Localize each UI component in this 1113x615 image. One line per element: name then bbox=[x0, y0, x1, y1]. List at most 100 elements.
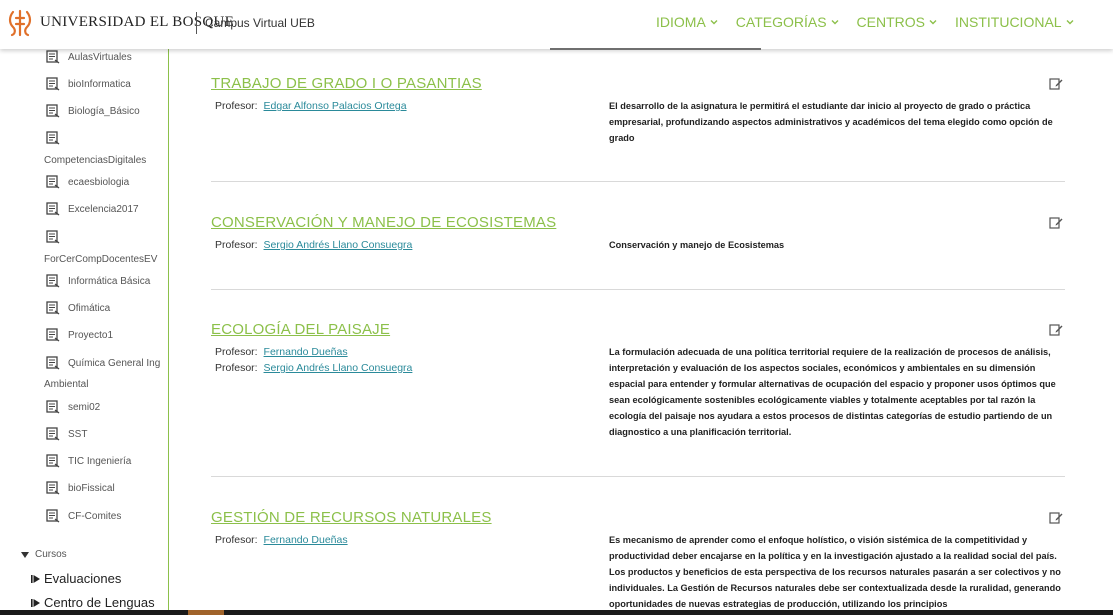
nav-institucional[interactable]: INSTITUCIONAL bbox=[955, 12, 1075, 32]
course-card: CONSERVACIÓN Y MANEJO DE ECOSISTEMAS Pro… bbox=[211, 214, 1065, 274]
nav-categorias-label: CATEGORÍAS bbox=[735, 14, 827, 30]
sidebar-navigation: AulasVirtuales bioInformatica Biología_B… bbox=[0, 49, 169, 615]
course-icon bbox=[46, 77, 60, 91]
course-divider bbox=[211, 289, 1065, 290]
course-icon bbox=[46, 274, 60, 288]
chevron-down-icon bbox=[830, 17, 840, 27]
course-title-link[interactable]: CONSERVACIÓN Y MANEJO DE ECOSISTEMAS bbox=[211, 214, 556, 231]
course-divider bbox=[211, 181, 1065, 182]
sidebar-item-label-wrap[interactable]: CompetenciasDigitales bbox=[44, 155, 146, 166]
sidebar-node-centro-de-lenguas[interactable]: Centro de Lenguas bbox=[31, 595, 155, 610]
brand-separator bbox=[196, 12, 197, 34]
teacher-link[interactable]: Edgar Alfonso Palacios Ortega bbox=[264, 100, 407, 112]
sidebar-item-label: SST bbox=[68, 428, 88, 440]
course-title-link[interactable]: TRABAJO DE GRADO I O PASANTIAS bbox=[211, 75, 482, 92]
sidebar-item-label: bioFissical bbox=[68, 482, 115, 494]
sidebar-item-bioinformatica[interactable]: bioInformatica bbox=[46, 77, 131, 91]
sidebar-item-tic-ingenieria[interactable]: TIC Ingeniería bbox=[46, 454, 131, 468]
sidebar-item-excelencia2017[interactable]: Excelencia2017 bbox=[46, 202, 139, 216]
course-icon bbox=[46, 400, 60, 414]
sidebar-item-quimica-general[interactable]: Química General Ing bbox=[46, 356, 160, 370]
sidebar-item-biofissical[interactable]: bioFissical bbox=[46, 481, 115, 495]
brand-subtitle[interactable]: Campus Virtual UEB bbox=[205, 16, 315, 30]
nav-centros[interactable]: CENTROS bbox=[857, 12, 938, 32]
course-icon bbox=[46, 50, 60, 64]
sidebar-node-evaluaciones[interactable]: Evaluaciones bbox=[31, 571, 121, 586]
edit-icon[interactable] bbox=[1049, 216, 1063, 230]
teacher-label: Profesor: bbox=[215, 100, 258, 112]
sidebar-item-label: Excelencia2017 bbox=[68, 203, 139, 215]
edit-icon[interactable] bbox=[1049, 511, 1063, 525]
sidebar-item-ofimatica[interactable]: Ofimática bbox=[46, 301, 110, 315]
taskbar-accent bbox=[188, 610, 224, 615]
nav-centros-label: CENTROS bbox=[856, 14, 925, 30]
top-navigation: IDIOMA CATEGORÍAS CENTROS INSTITUCIONAL bbox=[656, 12, 1092, 32]
teacher-link[interactable]: Sergio Andrés Llano Consuegra bbox=[264, 239, 413, 251]
sidebar-item-sst[interactable]: SST bbox=[46, 427, 87, 441]
sidebar-item-biologia-basico[interactable]: Biología_Básico bbox=[46, 104, 140, 118]
course-icon bbox=[46, 175, 60, 189]
teacher-label: Profesor: bbox=[215, 534, 258, 546]
sidebar-item-competenciasdigitales[interactable] bbox=[46, 131, 68, 145]
header-active-indicator bbox=[550, 48, 761, 50]
sidebar-item-label-wrap[interactable]: ForCerCompDocentesEV bbox=[44, 254, 157, 265]
course-icon bbox=[46, 230, 60, 244]
course-icon bbox=[46, 427, 60, 441]
sidebar-item-proyecto1[interactable]: Proyecto1 bbox=[46, 328, 113, 342]
sidebar-node-label: Centro de Lenguas bbox=[44, 595, 155, 610]
course-teacher: Profesor: Fernando Dueñas bbox=[215, 534, 348, 546]
course-teacher: Profesor: Sergio Andrés Llano Consuegra bbox=[215, 362, 412, 374]
course-summary: La formulación adecuada de una política … bbox=[609, 347, 1056, 437]
caret-right-icon bbox=[31, 574, 41, 584]
caret-down-icon bbox=[21, 551, 29, 559]
sidebar-item-label: TIC Ingeniería bbox=[68, 455, 132, 467]
course-summary: Conservación y manejo de Ecosistemas bbox=[609, 240, 785, 250]
sidebar-item-label: ecaesbiologia bbox=[68, 176, 130, 188]
course-icon bbox=[46, 131, 60, 145]
course-icon bbox=[46, 454, 60, 468]
course-summary: El desarrollo de la asignatura le permit… bbox=[609, 101, 1053, 143]
teacher-label: Profesor: bbox=[215, 239, 258, 251]
sidebar-item-cf-comites[interactable]: CF-Comites bbox=[46, 509, 121, 523]
course-title-link[interactable]: ECOLOGÍA DEL PAISAJE bbox=[211, 321, 390, 338]
teacher-link[interactable]: Fernando Dueñas bbox=[264, 534, 348, 546]
course-card: GESTIÓN DE RECURSOS NATURALES Profesor: … bbox=[211, 509, 1065, 615]
course-teacher: Profesor: Edgar Alfonso Palacios Ortega bbox=[215, 100, 407, 112]
course-icon bbox=[46, 328, 60, 342]
sidebar-item-aulasvirtuales[interactable]: AulasVirtuales bbox=[46, 50, 132, 64]
caret-right-icon bbox=[31, 598, 41, 608]
sidebar-item-label: CF-Comites bbox=[68, 510, 122, 522]
sidebar-item-label-wrap[interactable]: Ambiental bbox=[44, 379, 88, 390]
sidebar-item-label: Química General Ing bbox=[68, 357, 161, 369]
sidebar-item-semi02[interactable]: semi02 bbox=[46, 400, 100, 414]
sidebar-item-label: Biología_Básico bbox=[68, 105, 140, 117]
taskbar-strip bbox=[0, 610, 1113, 615]
course-icon bbox=[46, 356, 60, 370]
sidebar-item-label: bioInformatica bbox=[68, 78, 131, 90]
sidebar-item-label: Informática Básica bbox=[68, 275, 151, 287]
sidebar-item-ecaesbiologia[interactable]: ecaesbiologia bbox=[46, 175, 129, 189]
sidebar-item-forcercompdocentesev[interactable] bbox=[46, 230, 68, 244]
sidebar-section-cursos[interactable]: Cursos bbox=[21, 549, 67, 560]
course-divider bbox=[211, 476, 1065, 477]
course-teacher: Profesor: Sergio Andrés Llano Consuegra bbox=[215, 239, 412, 251]
teacher-link[interactable]: Sergio Andrés Llano Consuegra bbox=[264, 362, 413, 374]
nav-idioma[interactable]: IDIOMA bbox=[656, 12, 719, 32]
edit-icon[interactable] bbox=[1049, 323, 1063, 337]
course-title-link[interactable]: GESTIÓN DE RECURSOS NATURALES bbox=[211, 509, 492, 526]
chevron-down-icon bbox=[709, 17, 719, 27]
course-summary: Es mecanismo de aprender como el enfoque… bbox=[609, 535, 1061, 609]
teacher-label: Profesor: bbox=[215, 346, 258, 358]
teacher-link[interactable]: Fernando Dueñas bbox=[264, 346, 348, 358]
nav-categorias[interactable]: CATEGORÍAS bbox=[736, 12, 840, 32]
university-logo-icon[interactable] bbox=[8, 9, 32, 37]
course-card: ECOLOGÍA DEL PAISAJE Profesor: Fernando … bbox=[211, 321, 1065, 481]
sidebar-item-informatica-basica[interactable]: Informática Básica bbox=[46, 274, 150, 288]
top-header: UNIVERSIDAD EL BOSQUE Campus Virtual UEB… bbox=[0, 0, 1113, 49]
edit-icon[interactable] bbox=[1049, 77, 1063, 91]
sidebar-item-label: Proyecto1 bbox=[68, 329, 114, 341]
course-icon bbox=[46, 481, 60, 495]
course-icon bbox=[46, 104, 60, 118]
sidebar-item-label: Ofimática bbox=[68, 302, 111, 314]
chevron-down-icon bbox=[1065, 17, 1075, 27]
